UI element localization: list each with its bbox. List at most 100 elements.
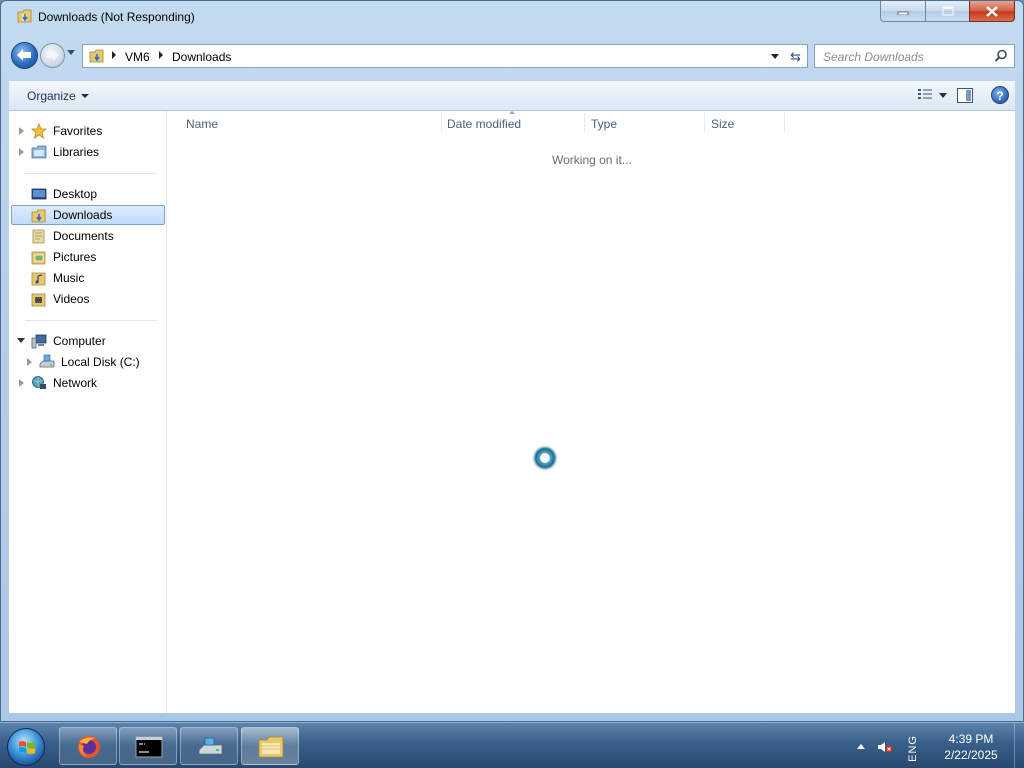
arrow-left-icon	[17, 49, 31, 61]
column-divider[interactable]	[784, 113, 785, 133]
column-header-date-modified[interactable]: Date modified	[447, 117, 521, 131]
nav-separator	[25, 320, 157, 321]
nav-label: Pictures	[53, 250, 97, 264]
expand-arrow-icon[interactable]	[19, 127, 24, 135]
title-bar[interactable]: Downloads (Not Responding)	[1, 1, 1023, 33]
breadcrumb-vm6[interactable]: VM6	[125, 50, 150, 64]
start-button[interactable]	[7, 728, 45, 766]
breadcrumb-downloads[interactable]: Downloads	[172, 50, 231, 64]
nav-item-libraries[interactable]: Libraries	[9, 142, 165, 162]
organize-button[interactable]: Organize	[27, 89, 89, 103]
help-icon[interactable]: ?	[991, 86, 1009, 104]
nav-separator	[25, 173, 157, 174]
back-button[interactable]	[11, 42, 38, 69]
nav-item-documents[interactable]: Documents	[9, 226, 165, 246]
pictures-icon	[31, 251, 46, 265]
taskbar-command-prompt[interactable]	[119, 727, 177, 765]
maximize-icon	[941, 6, 954, 16]
clock-time: 4:39 PM	[948, 732, 994, 746]
recent-pages-dropdown-icon[interactable]	[67, 50, 75, 56]
expand-arrow-icon[interactable]	[27, 358, 32, 366]
nav-item-downloads[interactable]: Downloads	[11, 205, 165, 225]
explorer-window: Downloads (Not Responding) VM6 Downloads…	[0, 0, 1024, 722]
nav-label: Favorites	[53, 124, 103, 138]
column-header-size[interactable]: Size	[711, 117, 734, 131]
loading-status-text: Working on it...	[552, 153, 632, 167]
navigation-row: VM6 Downloads ⇆ Search Downloads	[9, 40, 1015, 70]
volume-muted-icon[interactable]	[877, 740, 893, 754]
column-divider[interactable]	[441, 113, 442, 133]
file-explorer-icon	[258, 736, 284, 758]
column-header-name[interactable]: Name	[186, 117, 218, 131]
input-language-indicator[interactable]: ENG	[907, 735, 919, 762]
chevron-down-icon	[80, 94, 89, 98]
computer-icon	[31, 334, 47, 349]
nav-label: Libraries	[53, 145, 100, 159]
network-drive-icon	[198, 737, 223, 755]
nav-item-music[interactable]: Music	[9, 268, 165, 288]
nav-label: Music	[53, 271, 85, 285]
expand-arrow-icon[interactable]	[19, 379, 24, 387]
breadcrumb-separator-icon[interactable]	[159, 51, 163, 59]
clock-date: 2/22/2025	[944, 748, 998, 762]
nav-label: Local Disk (C:)	[61, 355, 140, 369]
refresh-icon[interactable]: ⇆	[790, 49, 801, 65]
forward-button[interactable]	[40, 43, 65, 68]
collapse-arrow-icon[interactable]	[17, 338, 25, 343]
maximize-button[interactable]	[925, 1, 969, 22]
nav-label: Videos	[53, 292, 90, 306]
breadcrumb-separator-icon[interactable]	[112, 51, 116, 59]
search-placeholder: Search Downloads	[823, 50, 924, 64]
nav-item-favorites[interactable]: Favorites	[9, 121, 165, 141]
close-icon	[986, 5, 998, 17]
nav-item-local-disk[interactable]: Local Disk (C:)	[9, 352, 165, 372]
network-icon	[32, 376, 46, 389]
taskbar-firefox[interactable]	[59, 727, 117, 765]
nav-item-network[interactable]: Network	[9, 373, 165, 393]
nav-label: Documents	[53, 229, 114, 243]
downloads-folder-icon	[17, 9, 32, 23]
show-desktop-button[interactable]	[1014, 723, 1024, 768]
taskbar-network-drive[interactable]	[180, 727, 238, 765]
search-icon[interactable]	[994, 49, 1008, 63]
desktop-icon	[31, 188, 47, 200]
close-button[interactable]	[969, 1, 1015, 22]
view-options-dropdown-icon[interactable]	[939, 93, 947, 98]
documents-icon	[32, 229, 45, 244]
file-list[interactable]: Name Date modified Type Size Working on …	[168, 111, 1015, 713]
local-disk-icon	[39, 354, 55, 368]
nav-label: Network	[53, 376, 98, 390]
column-header-type[interactable]: Type	[591, 117, 617, 131]
address-history-dropdown-icon[interactable]	[771, 54, 779, 59]
preview-pane-icon[interactable]	[957, 88, 973, 103]
arrow-right-icon	[46, 49, 59, 61]
column-divider[interactable]	[704, 113, 705, 133]
music-icon	[31, 272, 46, 286]
expand-arrow-icon[interactable]	[19, 148, 24, 156]
caption-buttons	[880, 1, 1015, 22]
nav-item-pictures[interactable]: Pictures	[9, 247, 165, 267]
star-icon	[31, 123, 47, 139]
content-area: Favorites Libraries Desktop Downloads Do…	[9, 111, 1015, 713]
organize-label: Organize	[27, 89, 76, 103]
nav-label: Downloads	[53, 208, 113, 222]
clock[interactable]: 4:39 PM 2/22/2025	[936, 731, 1006, 763]
minimize-button[interactable]	[880, 1, 925, 22]
nav-item-computer[interactable]: Computer	[9, 331, 165, 351]
windows-logo-icon	[19, 741, 35, 754]
minimize-icon	[897, 11, 909, 15]
show-hidden-icons-icon[interactable]	[857, 744, 865, 749]
search-box[interactable]: Search Downloads	[814, 44, 1015, 68]
nav-item-desktop[interactable]: Desktop	[9, 184, 165, 204]
navigation-pane: Favorites Libraries Desktop Downloads Do…	[9, 111, 167, 713]
change-view-icon[interactable]	[917, 88, 933, 102]
command-bar: Organize ?	[9, 81, 1015, 111]
videos-icon	[31, 293, 46, 307]
nav-item-videos[interactable]: Videos	[9, 289, 165, 309]
taskbar-file-explorer[interactable]	[241, 727, 299, 765]
column-divider[interactable]	[584, 113, 585, 133]
nav-label: Computer	[53, 334, 106, 348]
address-bar[interactable]: VM6 Downloads ⇆	[82, 44, 808, 68]
downloads-folder-icon	[89, 49, 104, 63]
busy-cursor-icon	[534, 447, 556, 469]
